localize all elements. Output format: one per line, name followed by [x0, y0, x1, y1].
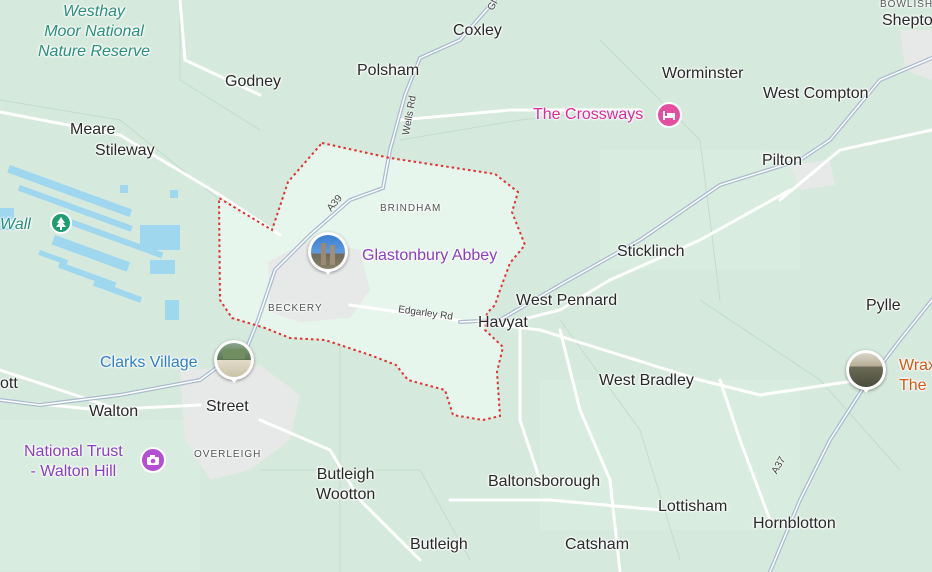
place-stileway[interactable]: Stileway [95, 141, 155, 161]
place-brindham[interactable]: BRINDHAM [380, 199, 441, 219]
place-walton[interactable]: Walton [89, 402, 138, 422]
place-havyat[interactable]: Havyat [478, 313, 528, 333]
place-worminster[interactable]: Worminster [662, 64, 744, 84]
poi-wrax-label[interactable]: Wrax The [899, 356, 932, 396]
place-west-pennard[interactable]: West Pennard [516, 291, 617, 311]
tree-icon[interactable] [50, 212, 72, 234]
glastonbury-abbey-pin[interactable] [308, 232, 348, 275]
place-sticklinch[interactable]: Sticklinch [617, 242, 685, 262]
hotel-icon[interactable] [656, 102, 682, 128]
wrax-poi-pin[interactable] [846, 350, 886, 393]
poi-clarks-village-label[interactable]: Clarks Village [100, 353, 198, 373]
poi-glastonbury-abbey-label[interactable]: Glastonbury Abbey [362, 246, 497, 266]
place-pylle[interactable]: Pylle [866, 296, 901, 316]
poi-national-trust-label[interactable]: National Trust - Walton Hill [24, 442, 123, 482]
camera-icon[interactable] [140, 447, 166, 473]
westhay-moor-label[interactable]: Westhay Moor National Nature Reserve [38, 2, 150, 62]
place-polsham[interactable]: Polsham [357, 61, 419, 81]
place-west-compton[interactable]: West Compton [763, 84, 869, 104]
place-baltonsborough[interactable]: Baltonsborough [488, 472, 600, 492]
place-overleigh[interactable]: OVERLEIGH [194, 445, 261, 465]
place-coxley[interactable]: Coxley [453, 21, 502, 41]
place-pilton[interactable]: Pilton [762, 151, 802, 171]
clarks-village-pin[interactable] [214, 340, 254, 383]
place-godney[interactable]: Godney [225, 72, 281, 92]
place-hornblotton[interactable]: Hornblotton [753, 514, 836, 534]
place-ott[interactable]: ott [0, 374, 18, 394]
place-catsham[interactable]: Catsham [565, 535, 629, 555]
place-butleigh[interactable]: Butleigh [410, 535, 468, 555]
place-lottisham[interactable]: Lottisham [658, 497, 727, 517]
place-bowlish[interactable]: BOWLISH [880, 0, 932, 15]
place-street[interactable]: Street [206, 397, 249, 417]
place-butleigh-wootton[interactable]: Butleigh Wootton [316, 465, 375, 505]
poi-the-crossways-label[interactable]: The Crossways [533, 105, 643, 125]
wall-label[interactable]: Wall [0, 215, 31, 235]
place-meare[interactable]: Meare [70, 120, 115, 140]
place-beckery[interactable]: BECKERY [268, 299, 323, 319]
place-west-bradley[interactable]: West Bradley [599, 371, 694, 391]
